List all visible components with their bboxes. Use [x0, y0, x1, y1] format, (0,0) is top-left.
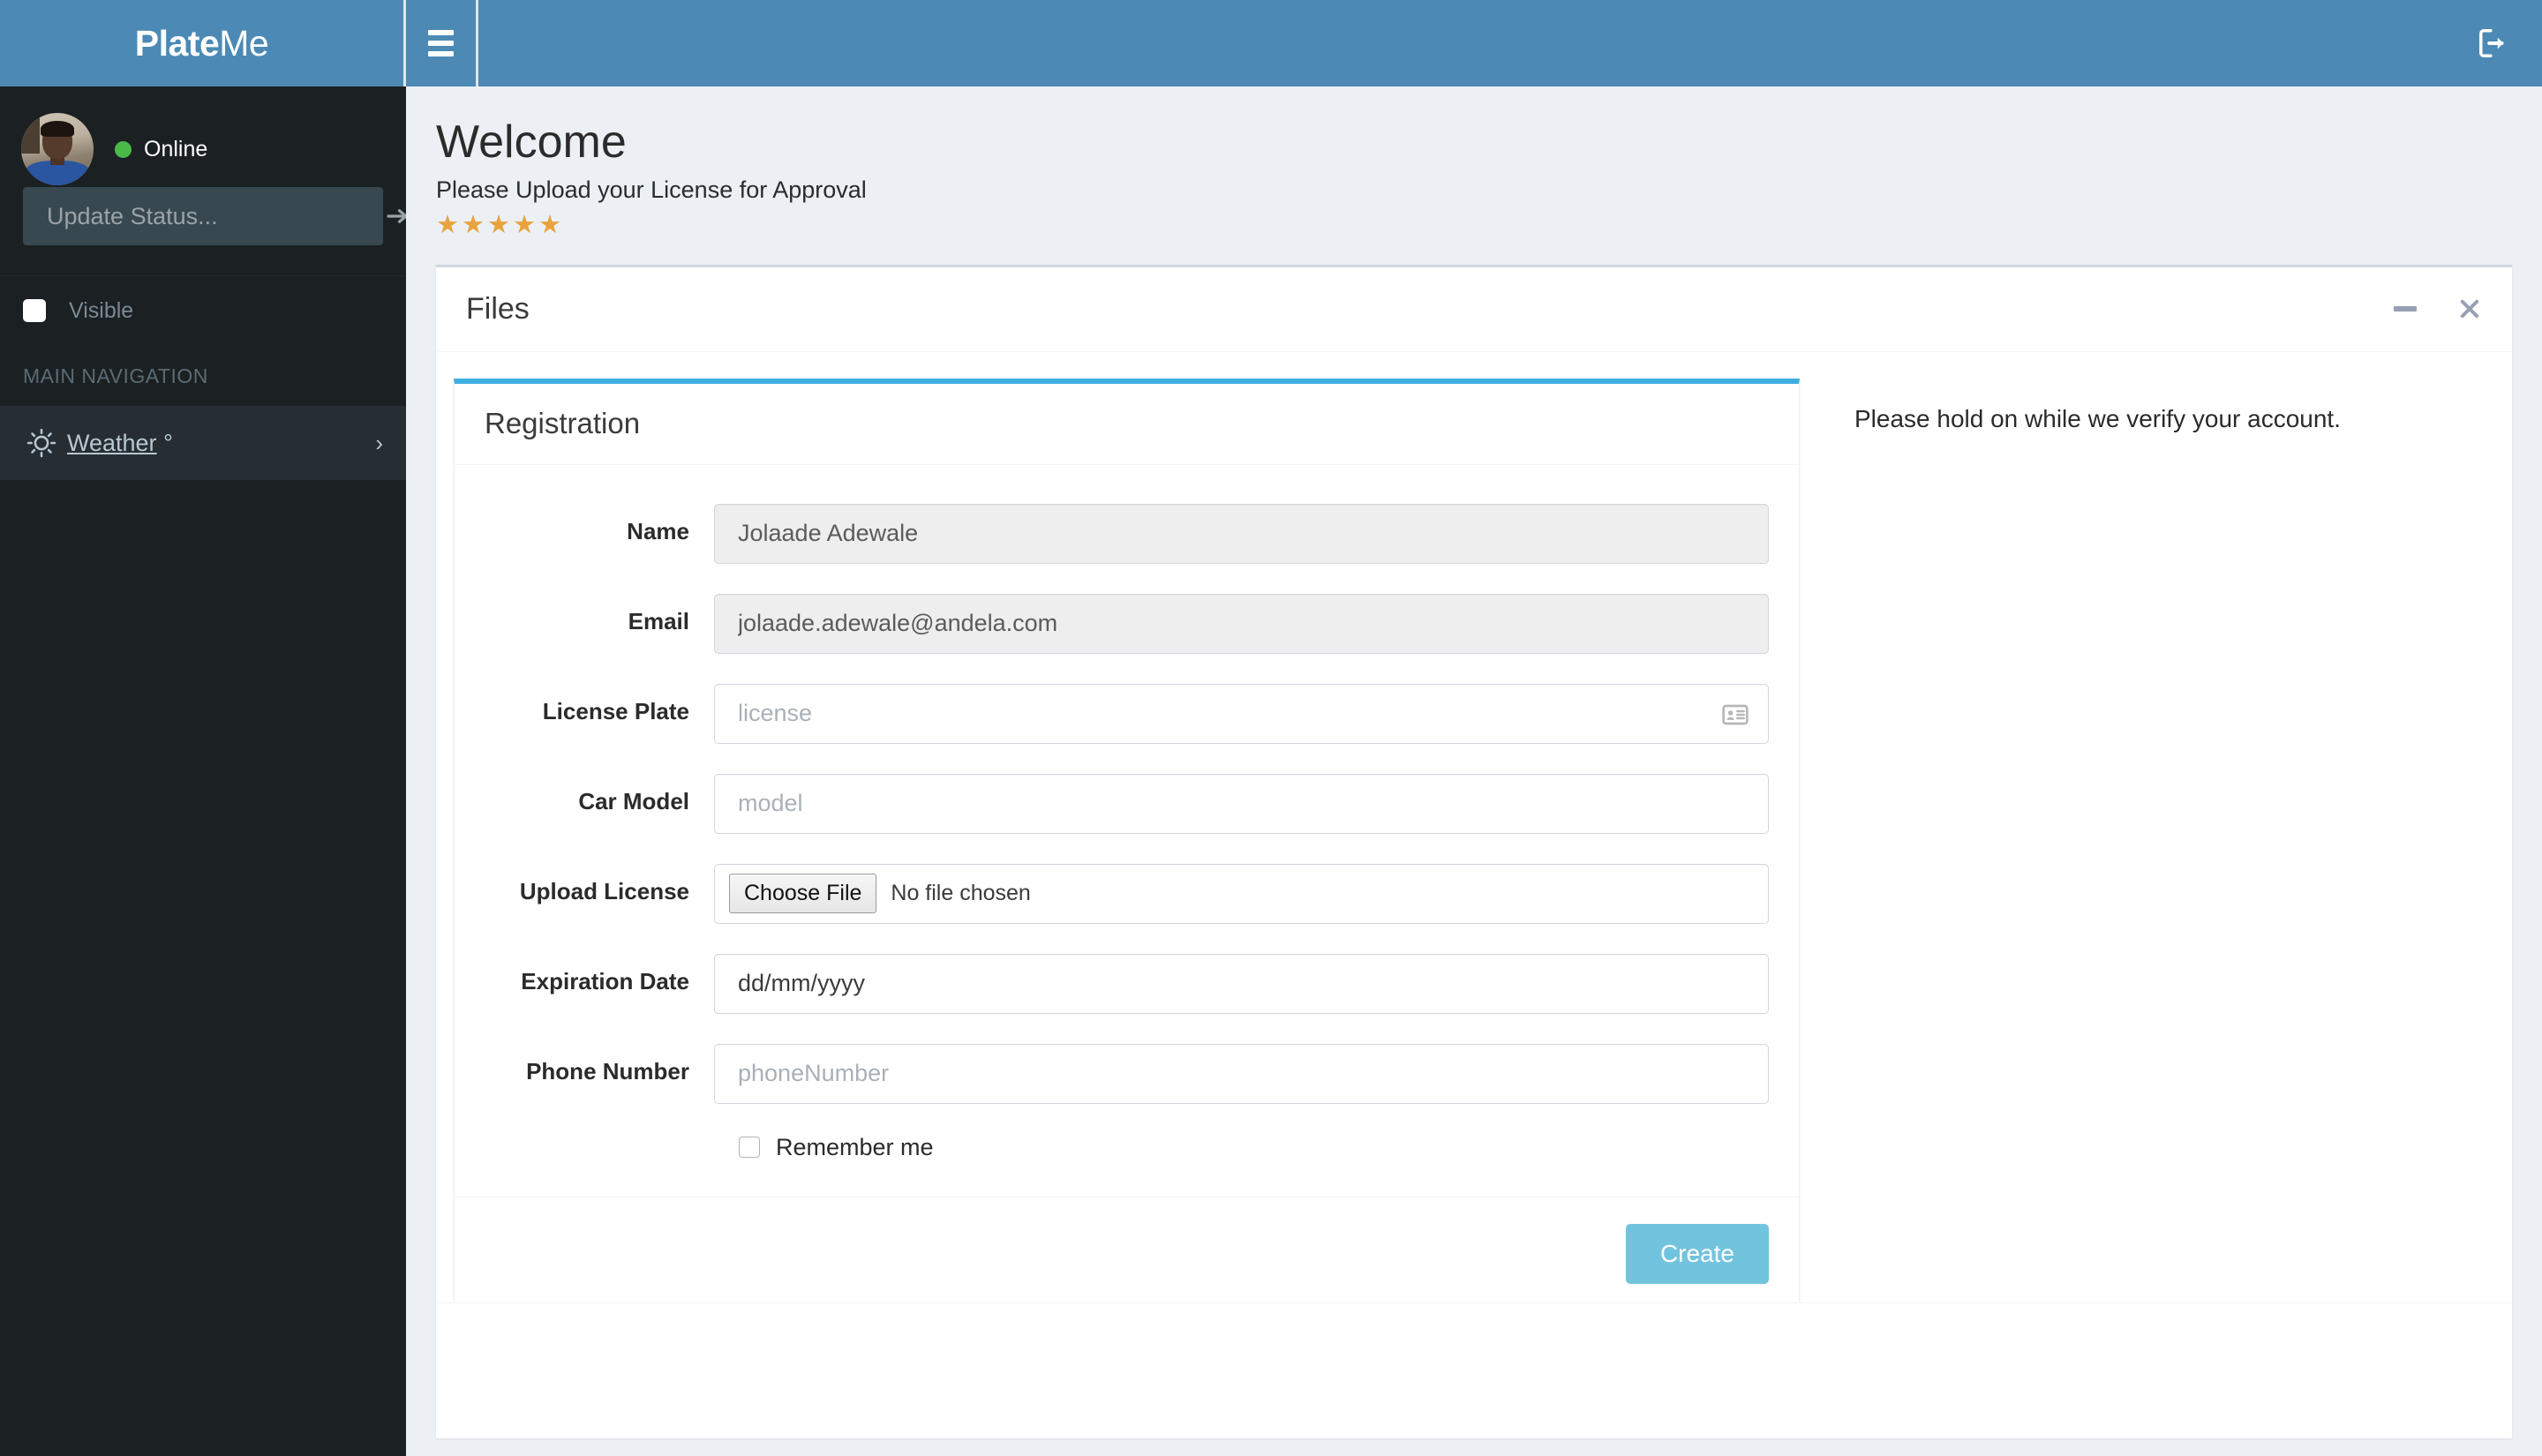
sidebar-item-weather-text: Weather — [67, 429, 157, 456]
chevron-right-icon: › — [375, 430, 383, 456]
form-group-email: Email — [485, 593, 1769, 654]
star-icon: ★ — [436, 210, 459, 239]
email-label: Email — [628, 607, 689, 634]
upload-license-label: Upload License — [519, 877, 689, 904]
visible-checkbox[interactable] — [23, 299, 46, 322]
remember-me-checkbox[interactable] — [739, 1137, 760, 1159]
phone-number-input[interactable] — [714, 1043, 1769, 1104]
registration-form-footer: Create — [455, 1196, 1799, 1310]
email-input — [714, 593, 1769, 654]
remember-me-label: Remember me — [776, 1133, 934, 1160]
expiration-date-field-wrapper — [714, 953, 1769, 1014]
files-panel-header: Files — [436, 267, 2512, 352]
name-field-wrapper — [714, 503, 1769, 564]
create-button[interactable]: Create — [1625, 1223, 1769, 1284]
form-group-name: Name — [485, 503, 1769, 564]
logo-text-light: Me — [219, 22, 269, 64]
files-panel-footer — [436, 1302, 2512, 1396]
file-input[interactable]: Choose File No file chosen — [714, 863, 1769, 924]
files-panel-body: Registration Name Email — [436, 352, 2512, 1311]
license-plate-field-wrapper — [714, 683, 1769, 744]
car-model-input[interactable] — [714, 773, 1769, 834]
star-icon: ★ — [538, 210, 561, 239]
phone-number-field-wrapper — [714, 1043, 1769, 1104]
verification-column: Please hold on while we verify your acco… — [1800, 379, 2512, 1311]
registration-form-box: Registration Name Email — [454, 378, 1800, 1311]
update-status-form — [0, 182, 408, 275]
user-status: Online — [115, 137, 207, 162]
expiration-date-label: Expiration Date — [521, 967, 689, 994]
remember-me-row: Remember me — [485, 1134, 1769, 1161]
visible-label: Visible — [69, 297, 134, 323]
sidebar-item-weather[interactable]: Weather ° › — [0, 406, 406, 480]
expiration-date-input[interactable] — [714, 953, 1769, 1014]
sidebar: Online Visible MAIN NAVIGATION — [0, 86, 408, 1456]
files-panel: Files Registration Name Jolaade Adewale … — [436, 264, 2512, 1438]
upload-license-field-wrapper: Choose File No file chosen — [714, 863, 1769, 924]
form-group-car-model: Car Model — [485, 773, 1769, 834]
star-icon: ★ — [462, 210, 485, 239]
visible-toggle-row[interactable]: Visible — [0, 276, 406, 345]
star-icon: ★ — [513, 210, 536, 239]
sidebar-item-weather-degree: ° — [163, 429, 173, 456]
name-input — [714, 503, 1769, 564]
close-panel-button[interactable] — [2457, 296, 2482, 321]
top-navbar: PlateMe — [0, 0, 2542, 86]
star-icon: ★ — [487, 210, 510, 239]
main-content: Welcome Please Upload your License for A… — [406, 86, 2542, 1456]
license-plate-label: License Plate — [542, 697, 689, 724]
user-panel: Online — [0, 86, 406, 185]
sun-icon — [26, 428, 67, 458]
registration-form-body: Name Email — [455, 465, 1799, 1197]
sidebar-item-weather-label: Weather ° — [67, 430, 375, 457]
choose-file-button[interactable]: Choose File — [729, 874, 877, 914]
car-model-label: Car Model — [578, 787, 689, 814]
sidebar-toggle-button[interactable] — [406, 0, 478, 86]
avatar[interactable] — [21, 113, 94, 185]
form-group-upload-license: Upload License Choose File No file chose… — [485, 863, 1769, 924]
navbar-spacer — [478, 0, 2445, 86]
minus-icon — [2394, 306, 2417, 312]
license-plate-input[interactable] — [714, 683, 1769, 744]
close-icon — [2460, 300, 2479, 319]
registration-form-header: Registration — [455, 384, 1799, 465]
email-field-wrapper — [714, 593, 1769, 654]
sign-out-icon — [2479, 29, 2504, 57]
name-label: Name — [627, 517, 689, 544]
main-navigation-header: MAIN NAVIGATION — [23, 364, 208, 387]
registration-title: Registration — [485, 407, 641, 440]
form-group-license-plate: License Plate — [485, 683, 1769, 744]
form-group-expiration-date: Expiration Date — [485, 953, 1769, 1014]
collapse-panel-button[interactable] — [2394, 306, 2417, 312]
rating-stars: ★ ★ ★ ★ ★ — [436, 210, 2512, 239]
files-panel-title: Files — [466, 291, 530, 326]
app-logo[interactable]: PlateMe — [0, 0, 406, 86]
logo-text: PlateMe — [134, 22, 269, 64]
page-title: Welcome — [436, 116, 627, 168]
phone-number-label: Phone Number — [526, 1057, 689, 1084]
logout-button[interactable] — [2445, 0, 2542, 86]
logo-text-bold: Plate — [134, 22, 220, 64]
hamburger-icon — [428, 30, 454, 56]
verification-message: Please hold on while we verify your acco… — [1854, 404, 2341, 432]
form-group-phone-number: Phone Number — [485, 1043, 1769, 1104]
status-online-dot — [115, 140, 132, 158]
status-label: Online — [144, 136, 208, 161]
car-model-field-wrapper — [714, 773, 1769, 834]
page-subtitle: Please Upload your License for Approval — [436, 176, 867, 203]
registration-column: Registration Name Email — [436, 378, 1800, 1311]
file-status-text: No file chosen — [891, 881, 1031, 906]
files-panel-tools — [2394, 296, 2482, 321]
update-status-wrapper — [23, 187, 408, 245]
update-status-input[interactable] — [24, 202, 377, 230]
